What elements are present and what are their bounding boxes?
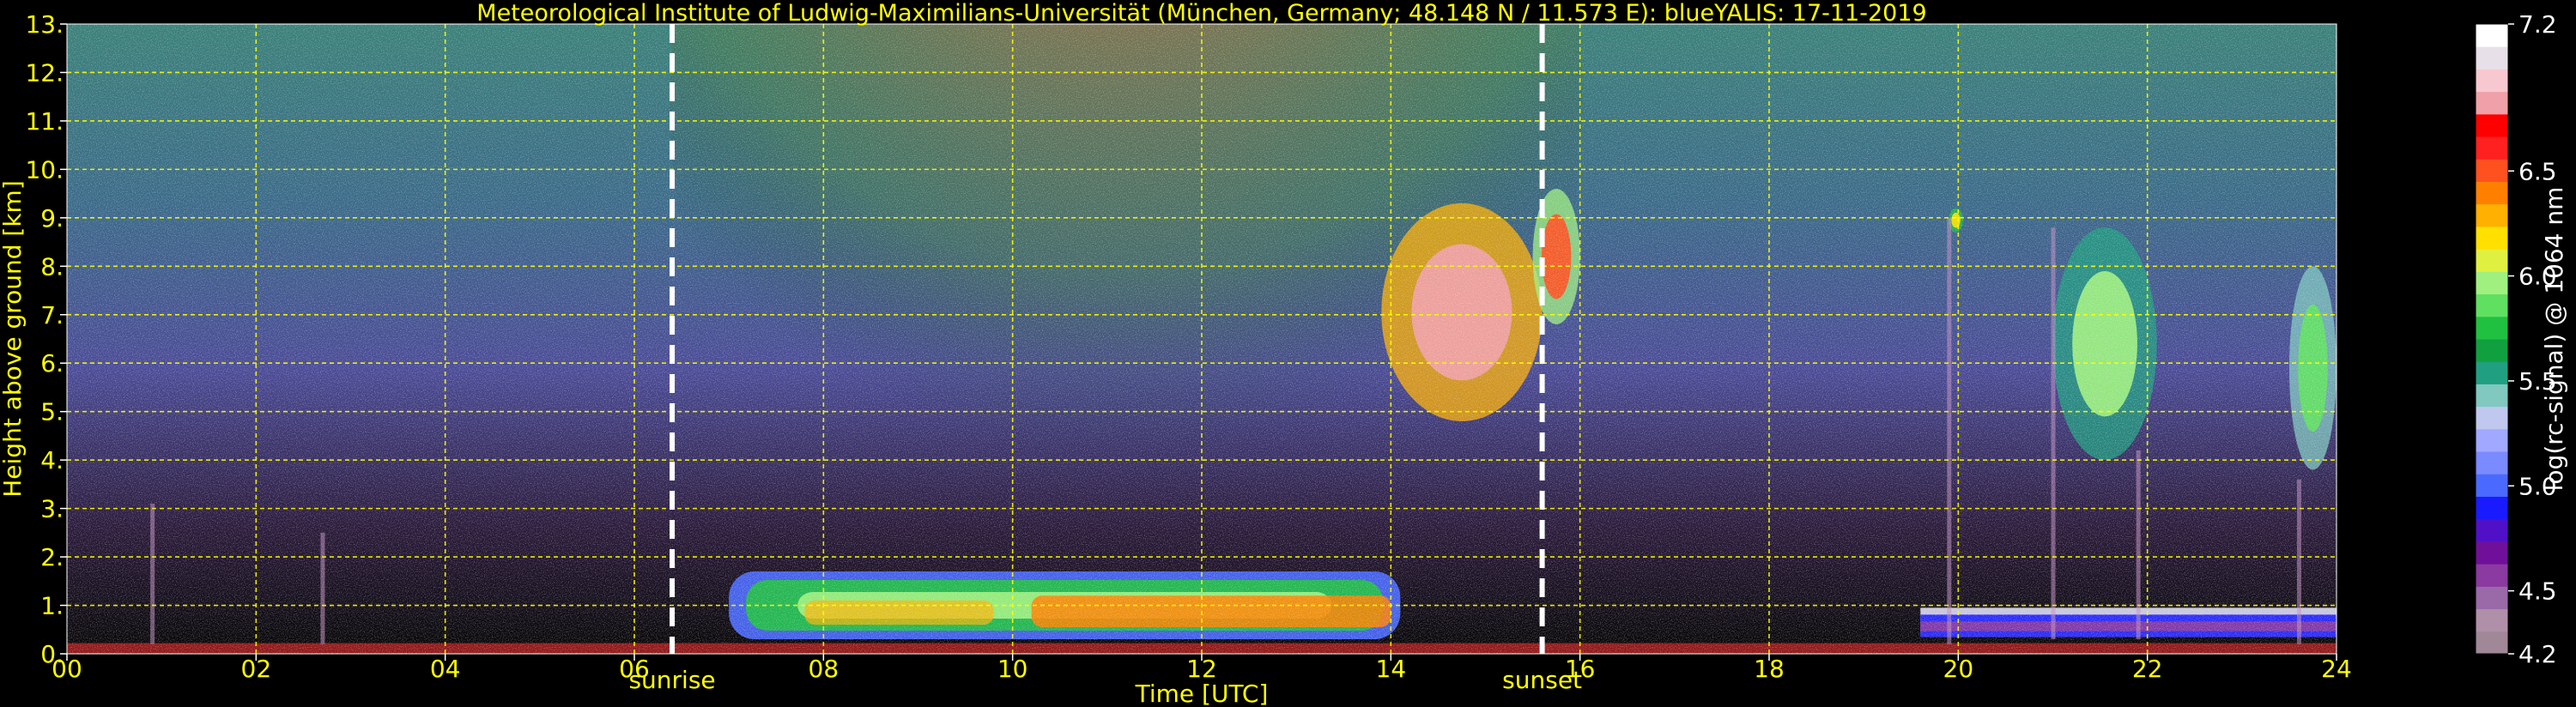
x-tick-label: 08: [809, 655, 839, 683]
y-tick-label: 1.: [40, 592, 64, 620]
y-axis-ticks: 0. 1. 2. 3. 4. 5. 6. 7. 8. 9. 10. 11. 12. 13.: [25, 10, 67, 668]
y-axis-label: Height above ground [km]: [0, 180, 27, 498]
colorbar-segment: [2476, 249, 2508, 272]
colorbar-segment: [2476, 451, 2508, 474]
colorbar-segment: [2476, 586, 2508, 610]
colorbar-segment: [2476, 181, 2508, 205]
colorbar: [2475, 23, 2509, 655]
x-axis-ticks: 00 02 04 06 08 10 12 14 16 18 20 22 24: [52, 654, 2352, 683]
colorbar-segment: [2476, 496, 2508, 520]
colorbar-segment: [2476, 316, 2508, 340]
x-tick-label: 18: [1754, 655, 1785, 683]
y-tick-label: 11.: [25, 107, 64, 136]
colorbar-segment: [2476, 631, 2508, 655]
colorbar-segment: [2476, 564, 2508, 587]
colorbar-segment: [2476, 518, 2508, 542]
y-tick-label: 3.: [40, 495, 64, 523]
colorbar-segment: [2476, 428, 2508, 452]
colorbar-segment: [2476, 136, 2508, 160]
chart-title: Meteorological Institute of Ludwig-Maxim…: [476, 0, 1926, 27]
x-tick-label: 10: [997, 655, 1028, 683]
x-tick-label: 20: [1943, 655, 1974, 683]
colorbar-segment: [2476, 608, 2508, 632]
colorbar-segment: [2476, 384, 2508, 408]
colorbar-tick-label: 4.5: [2518, 577, 2557, 606]
y-tick-label: 10.: [25, 155, 64, 184]
colorbar-segment: [2476, 203, 2508, 227]
colorbar-segment: [2476, 46, 2508, 69]
colorbar-segment: [2476, 293, 2508, 317]
x-tick-label: 24: [2321, 655, 2352, 683]
colorbar-segment: [2476, 271, 2508, 295]
colorbar-segment: [2476, 541, 2508, 565]
colorbar-tick-label: 7.2: [2518, 10, 2557, 39]
colorbar-segment: [2476, 24, 2508, 47]
colorbar-segment: [2476, 91, 2508, 115]
colorbar-label: log(rc-signal) @ 1064 nm: [2540, 187, 2568, 492]
y-tick-label: 8.: [40, 252, 64, 281]
colorbar-tick-label: 6.5: [2518, 157, 2557, 185]
colorbar-tick-label: 4.2: [2518, 640, 2557, 668]
y-tick-label: 13.: [25, 10, 64, 39]
colorbar-segment: [2476, 474, 2508, 497]
x-axis-label: Time [UTC]: [1135, 680, 1269, 707]
y-tick-label: 7.: [40, 301, 64, 329]
colorbar-segment: [2476, 406, 2508, 430]
lidar-chart: sunrise sunset 00 02 04 06 08 10 12 14 16 18 20 22 24…: [0, 0, 2568, 707]
colorbar-segment: [2476, 361, 2508, 384]
colorbar-segment: [2476, 69, 2508, 93]
colorbar-segment: [2476, 113, 2508, 137]
x-tick-label: 02: [241, 655, 272, 683]
y-tick-label: 6.: [40, 349, 64, 378]
colorbar-segment: [2476, 226, 2508, 250]
x-tick-label: 06: [619, 655, 650, 683]
colorbar-segment: [2476, 339, 2508, 362]
y-tick-label: 2.: [40, 543, 64, 571]
x-tick-label: 16: [1565, 655, 1596, 683]
y-tick-label: 9.: [40, 204, 64, 233]
y-tick-label: 4.: [40, 446, 64, 474]
y-tick-label: 12.: [25, 58, 64, 87]
colorbar-segment: [2476, 159, 2508, 182]
x-tick-label: 14: [1376, 655, 1407, 683]
y-tick-label: 5.: [40, 398, 64, 426]
x-tick-label: 22: [2132, 655, 2163, 683]
x-tick-label: 04: [430, 655, 461, 683]
y-tick-label: 0.: [40, 640, 64, 668]
